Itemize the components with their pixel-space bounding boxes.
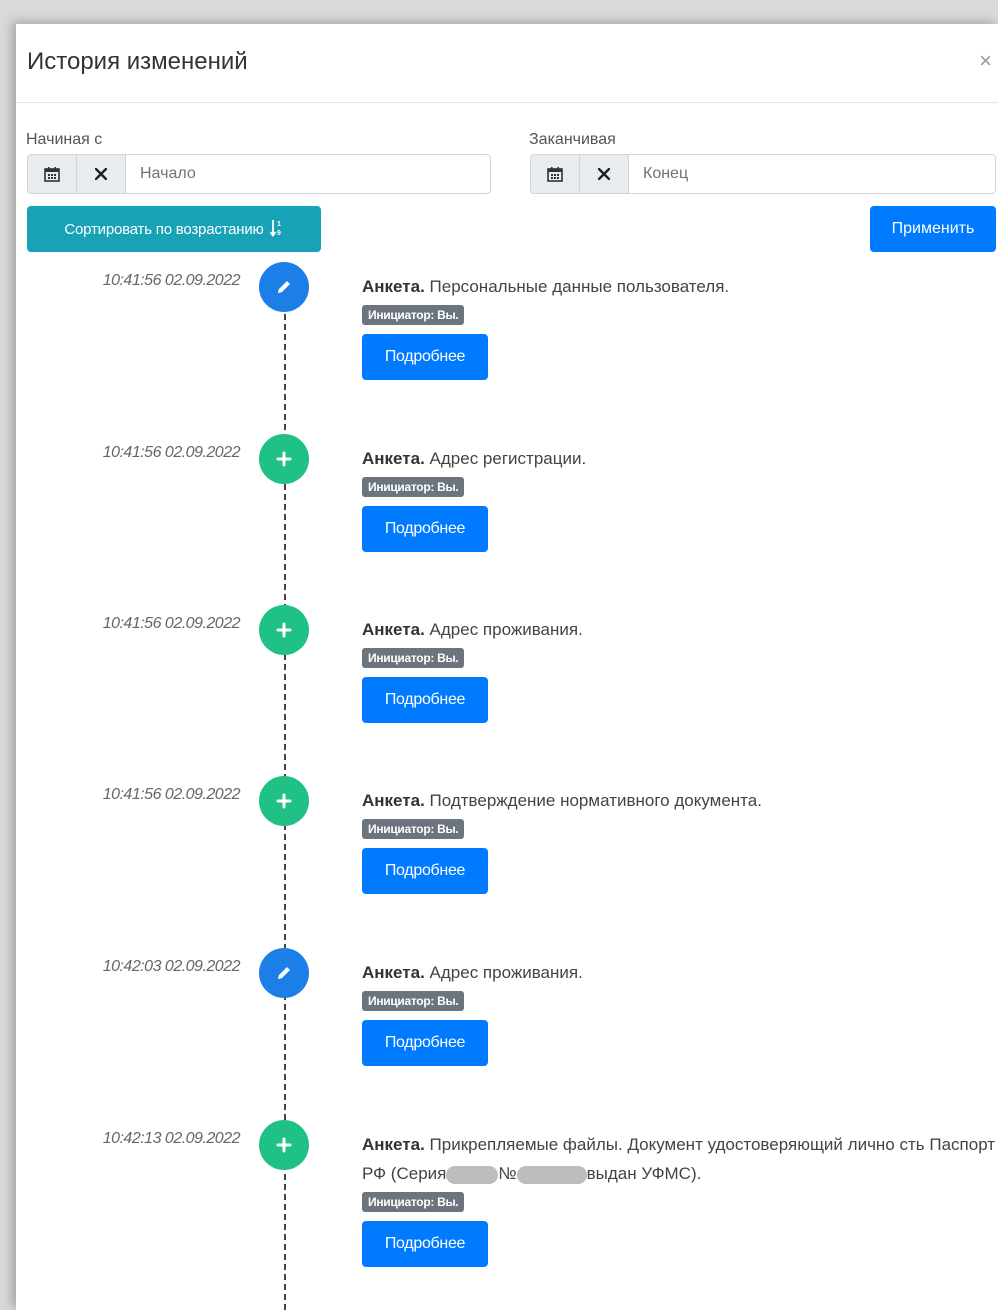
initiator-badge: Инициатор: Вы. bbox=[362, 819, 465, 839]
initiator-badge: Инициатор: Вы. bbox=[362, 648, 465, 668]
sort-ascending-button[interactable]: Сортировать по возрастанию 19 bbox=[27, 206, 321, 252]
from-date-group bbox=[27, 154, 491, 194]
calendar-icon[interactable] bbox=[531, 155, 580, 193]
timeline-content: Анкета. Адрес проживания. Инициатор: Вы. П… bbox=[362, 615, 996, 723]
entry-category: Анкета. bbox=[362, 449, 425, 468]
entry-category: Анкета. bbox=[362, 1135, 425, 1154]
plus-icon bbox=[259, 776, 309, 826]
from-date-input[interactable] bbox=[126, 155, 490, 193]
close-button[interactable]: × bbox=[979, 50, 992, 72]
details-button[interactable]: Подробнее bbox=[362, 1020, 488, 1066]
entry-title: Анкета. Адрес проживания. bbox=[362, 615, 996, 644]
plus-icon bbox=[259, 605, 309, 655]
modal-header: История изменений × bbox=[16, 24, 998, 103]
redacted-field bbox=[516, 1165, 587, 1184]
entry-text: Подтверждение нормативного документа. bbox=[429, 791, 762, 810]
clear-icon[interactable] bbox=[580, 155, 629, 193]
timestamp: 10:41:56 02.09.2022 bbox=[102, 786, 241, 803]
initiator-badge: Инициатор: Вы. bbox=[362, 1192, 465, 1212]
entry-text: Персональные данные пользователя. bbox=[429, 277, 730, 296]
entry-text: Адрес проживания. bbox=[429, 963, 583, 982]
edit-icon bbox=[259, 262, 309, 312]
entry-text: Адрес регистрации. bbox=[429, 449, 587, 468]
timestamp: 10:42:03 02.09.2022 bbox=[102, 958, 241, 975]
to-date-group bbox=[530, 154, 996, 194]
entry-text-part: выдан УФМС). bbox=[586, 1164, 702, 1183]
initiator-badge: Инициатор: Вы. bbox=[362, 991, 465, 1011]
entry-text: Адрес проживания. bbox=[429, 620, 583, 639]
apply-button[interactable]: Применить bbox=[870, 206, 996, 252]
entry-category: Анкета. bbox=[362, 791, 425, 810]
entry-category: Анкета. bbox=[362, 963, 425, 982]
edit-icon bbox=[259, 948, 309, 998]
timeline-content: Анкета. Адрес регистрации. Инициатор: Вы.… bbox=[362, 444, 996, 552]
to-label: Заканчивая bbox=[529, 131, 616, 148]
calendar-icon[interactable] bbox=[28, 155, 77, 193]
entry-title: Анкета. Адрес проживания. bbox=[362, 958, 996, 987]
entry-category: Анкета. bbox=[362, 620, 425, 639]
details-button[interactable]: Подробнее bbox=[362, 1221, 488, 1267]
entry-title: Анкета. Персональные данные пользователя… bbox=[362, 272, 996, 301]
timeline-content: Анкета. Адрес проживания. Инициатор: Вы. П… bbox=[362, 958, 996, 1066]
timestamp: 10:42:13 02.09.2022 bbox=[102, 1130, 241, 1147]
plus-icon bbox=[259, 434, 309, 484]
sort-button-label: Сортировать по возрастанию bbox=[64, 220, 264, 238]
from-label: Начиная с bbox=[26, 131, 103, 148]
timeline-content: Анкета. Прикрепляемые файлы. Документ уд… bbox=[362, 1130, 996, 1267]
timestamp: 10:41:56 02.09.2022 bbox=[102, 444, 241, 461]
details-button[interactable]: Подробнее bbox=[362, 848, 488, 894]
svg-text:9: 9 bbox=[277, 230, 281, 237]
svg-text:1: 1 bbox=[277, 221, 281, 228]
timestamp: 10:41:56 02.09.2022 bbox=[102, 272, 241, 289]
entry-category: Анкета. bbox=[362, 277, 425, 296]
history-modal: История изменений × Начиная с Заканчивая… bbox=[16, 24, 998, 1310]
initiator-badge: Инициатор: Вы. bbox=[362, 477, 465, 497]
entry-text-part: № bbox=[498, 1164, 517, 1183]
timeline-content: Анкета. Подтверждение нормативного докум… bbox=[362, 786, 996, 894]
initiator-badge: Инициатор: Вы. bbox=[362, 305, 465, 325]
timeline-content: Анкета. Персональные данные пользователя… bbox=[362, 272, 996, 380]
entry-title: Анкета. Прикрепляемые файлы. Документ уд… bbox=[362, 1130, 996, 1188]
plus-icon bbox=[259, 1120, 309, 1170]
timestamp: 10:41:56 02.09.2022 bbox=[102, 615, 241, 632]
details-button[interactable]: Подробнее bbox=[362, 334, 488, 380]
entry-title: Анкета. Подтверждение нормативного докум… bbox=[362, 786, 996, 815]
details-button[interactable]: Подробнее bbox=[362, 677, 488, 723]
to-date-input[interactable] bbox=[629, 155, 995, 193]
modal-title: История изменений bbox=[27, 48, 248, 75]
clear-icon[interactable] bbox=[77, 155, 126, 193]
sort-numeric-asc-icon: 19 bbox=[269, 219, 284, 240]
details-button[interactable]: Подробнее bbox=[362, 506, 488, 552]
redacted-field bbox=[446, 1165, 499, 1184]
entry-title: Анкета. Адрес регистрации. bbox=[362, 444, 996, 473]
